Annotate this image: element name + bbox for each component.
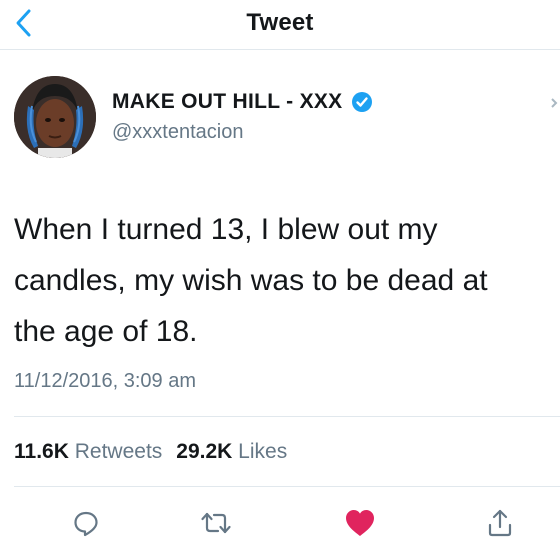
divider: [14, 416, 560, 417]
reply-icon: [74, 511, 98, 537]
like-button[interactable]: [342, 505, 378, 541]
tweet-text-line: When I turned 13, I blew out my: [14, 213, 438, 246]
reply-button[interactable]: [68, 505, 104, 541]
heart-icon: [346, 510, 374, 536]
page-title: Tweet: [246, 9, 314, 36]
avatar-image: [14, 76, 96, 158]
author-display-name[interactable]: MAKE OUT HILL - XXX: [112, 90, 343, 114]
chevron-down-icon[interactable]: [550, 96, 560, 110]
likes-stat[interactable]: 29.2K Likes: [176, 440, 287, 464]
retweets-stat[interactable]: 11.6K Retweets: [14, 440, 162, 464]
tweet-text-line: the age of 18.: [14, 315, 198, 348]
tweet-text-line: candles, my wish was to be dead at: [14, 264, 488, 297]
author-display-name-row[interactable]: MAKE OUT HILL - XXX: [112, 90, 373, 114]
share-button[interactable]: [482, 505, 518, 541]
retweets-label: Retweets: [74, 440, 163, 463]
retweet-icon: [201, 512, 231, 534]
avatar[interactable]: [14, 76, 96, 158]
retweet-button[interactable]: [198, 505, 234, 541]
tweet-text: When I turned 13, I blew out my candles,…: [14, 204, 554, 357]
divider: [14, 486, 560, 487]
tweet-timestamp: 11/12/2016, 3:09 am: [14, 370, 196, 392]
verified-badge-icon: [351, 92, 372, 112]
share-icon: [488, 509, 512, 537]
author-username[interactable]: @xxxtentacion: [112, 121, 243, 144]
likes-label: Likes: [238, 440, 288, 463]
likes-count: 29.2K: [176, 440, 233, 463]
retweets-count: 11.6K: [14, 440, 69, 463]
header-bar: Tweet: [0, 0, 560, 50]
tweet-stats: 11.6K Retweets 29.2K Likes: [14, 440, 287, 464]
